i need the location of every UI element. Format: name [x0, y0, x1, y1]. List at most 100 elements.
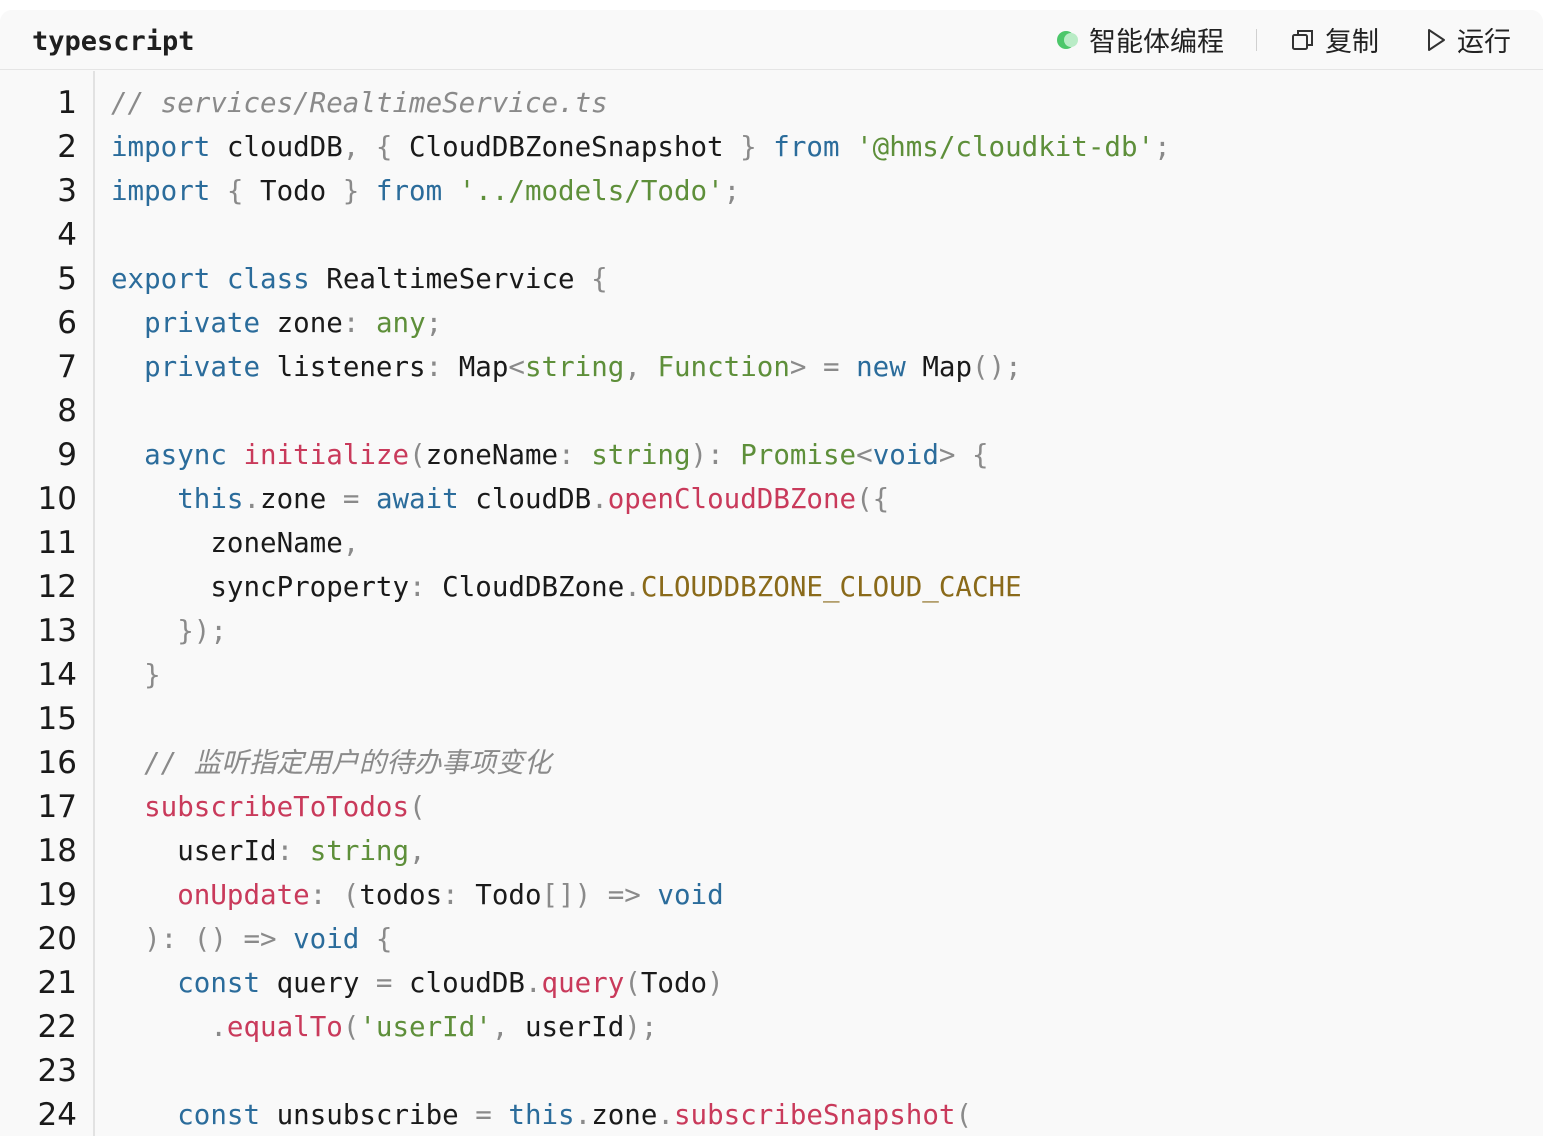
code-token: (); — [972, 351, 1022, 383]
code-token: } — [326, 175, 376, 207]
code-token: ( — [955, 1099, 973, 1131]
code-token: import — [111, 175, 211, 207]
code-token: = — [458, 1099, 509, 1131]
code-token: ; — [1154, 131, 1171, 163]
code-token: = — [326, 483, 376, 515]
code-token: . — [624, 571, 641, 603]
code-line: 9 async initialize(zoneName: string): Pr… — [0, 433, 1543, 477]
code-token: unsubscribe — [260, 1099, 459, 1131]
code-token: const — [177, 1099, 261, 1131]
code-text: // 监听指定用户的待办事项变化 — [111, 741, 551, 785]
code-text: .equalTo('userId', userId); — [111, 1005, 657, 1049]
code-token: query — [541, 967, 625, 999]
code-line: 21 const query = cloudDB.query(Todo) — [0, 961, 1543, 1005]
line-number: 22 — [37, 1009, 77, 1045]
code-text: this.zone = await cloudDB.openCloudDBZon… — [111, 477, 889, 521]
code-line: 8 — [0, 389, 1543, 433]
code-token: openCloudDBZone — [607, 483, 857, 515]
code-token: this — [508, 1099, 575, 1131]
code-token: void — [657, 879, 724, 911]
line-number: 19 — [37, 877, 77, 913]
copy-icon — [1289, 26, 1317, 54]
code-token: async — [144, 439, 227, 471]
code-line: 13 }); — [0, 609, 1543, 653]
code-token: void — [293, 923, 360, 955]
code-token: zone — [260, 483, 327, 515]
code-token: , — [409, 835, 426, 867]
code-area[interactable]: 1 // services/RealtimeService.ts 2 import c… — [0, 71, 1543, 1136]
code-line: 19 onUpdate: (todos: Todo[]) => void — [0, 873, 1543, 917]
code-line: 4 — [0, 213, 1543, 257]
code-token: import — [111, 131, 211, 163]
code-token: cloudDB — [210, 131, 343, 163]
code-token: Map — [458, 351, 509, 383]
code-token: , { — [342, 131, 410, 163]
copy-button[interactable]: 复制 — [1289, 20, 1379, 59]
line-number: 6 — [57, 305, 77, 341]
code-token: . — [111, 1011, 227, 1043]
code-token: ({ — [856, 483, 890, 515]
line-number: 21 — [37, 965, 77, 1001]
code-token: const — [177, 967, 261, 999]
code-token: await — [375, 483, 459, 515]
code-token: zone — [260, 307, 343, 339]
code-token: // services/RealtimeService.ts — [111, 87, 608, 119]
line-number: 20 — [37, 921, 77, 957]
code-line: 20 ): () => void { — [0, 917, 1543, 961]
line-number: 5 — [57, 261, 77, 297]
agent-coding-button[interactable]: 智能体编程 — [1055, 20, 1224, 59]
code-block: typescript 智能体编程 复制 运行 1 // services/Rea… — [0, 10, 1543, 1136]
code-token: < — [508, 351, 525, 383]
run-button[interactable]: 运行 — [1423, 20, 1511, 59]
code-token: listeners — [260, 351, 426, 383]
code-token: < — [856, 439, 873, 471]
code-token: ( — [624, 967, 641, 999]
line-number: 11 — [37, 525, 77, 561]
code-text: const unsubscribe = this.zone.subscribeS… — [111, 1093, 972, 1136]
code-token: . — [657, 1099, 674, 1131]
code-token: cloudDB — [409, 967, 525, 999]
code-token: ( — [342, 1011, 360, 1043]
code-header: typescript 智能体编程 复制 运行 — [0, 10, 1543, 70]
code-text: // services/RealtimeService.ts — [111, 81, 608, 125]
play-icon — [1423, 27, 1449, 53]
code-line: 2 import cloudDB, { CloudDBZoneSnapshot }… — [0, 125, 1543, 169]
code-line: 17 subscribeToTodos( — [0, 785, 1543, 829]
code-line: 3 import { Todo } from '../models/Todo'; — [0, 169, 1543, 213]
code-text: private zone: any; — [111, 301, 442, 345]
code-token: []) => — [541, 879, 658, 911]
code-token: . — [243, 483, 261, 515]
code-text: zoneName, — [111, 521, 359, 565]
code-text: }); — [111, 609, 227, 653]
code-token: any — [375, 307, 426, 339]
code-line: 24 const unsubscribe = this.zone.subscri… — [0, 1093, 1543, 1136]
code-token: Promise — [740, 439, 857, 471]
code-token: userId — [524, 1011, 625, 1043]
code-text: async initialize(zoneName: string): Prom… — [111, 433, 988, 477]
code-token: , — [491, 1011, 525, 1043]
line-number: 15 — [37, 701, 77, 737]
code-text: export class RealtimeService { — [111, 257, 608, 301]
code-token: : — [558, 439, 592, 471]
line-number: 16 — [37, 745, 77, 781]
code-token: = — [359, 967, 410, 999]
line-number: 18 — [37, 833, 77, 869]
code-token: ; — [425, 307, 443, 339]
code-token: ( — [409, 439, 426, 471]
code-token: , — [624, 351, 658, 383]
code-token: CloudDBZone — [442, 571, 625, 603]
code-token: string — [591, 439, 691, 471]
line-number: 8 — [57, 393, 77, 429]
code-token: : — [442, 879, 476, 911]
code-token: new — [856, 351, 906, 383]
code-token: . — [574, 1099, 592, 1131]
code-line: 16 // 监听指定用户的待办事项变化 — [0, 741, 1543, 785]
